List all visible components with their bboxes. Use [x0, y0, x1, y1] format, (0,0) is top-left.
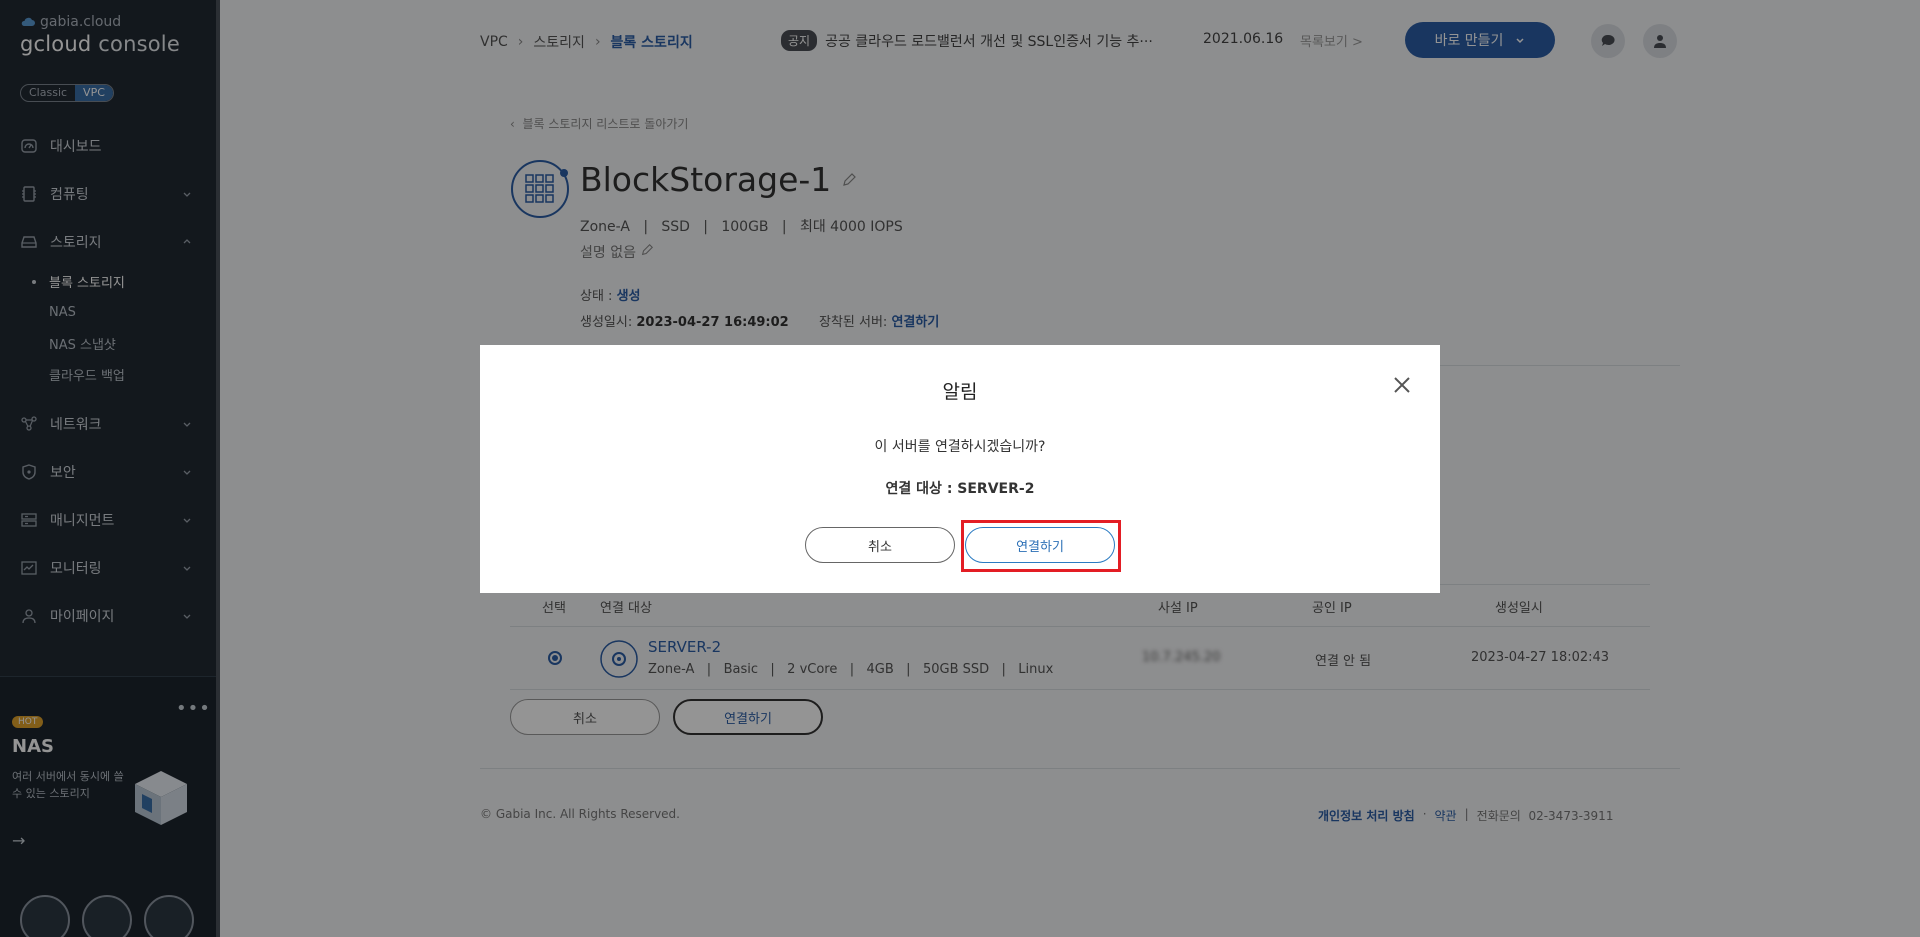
dialog-message: 이 서버를 연결하시겠습니까? [874, 439, 1046, 455]
dialog-cancel-button[interactable]: 취소 [805, 527, 955, 563]
modal-overlay[interactable]: 알림 이 서버를 연결하시겠습니까? 연결 대상 : SERVER-2 취소 연… [0, 0, 1920, 937]
dialog-target: 연결 대상 : SERVER-2 [885, 481, 1035, 497]
highlight-box [961, 520, 1121, 572]
close-icon[interactable] [1390, 373, 1414, 397]
dialog-title: 알림 [942, 381, 978, 403]
confirm-dialog: 알림 이 서버를 연결하시겠습니까? 연결 대상 : SERVER-2 취소 연… [480, 345, 1440, 593]
